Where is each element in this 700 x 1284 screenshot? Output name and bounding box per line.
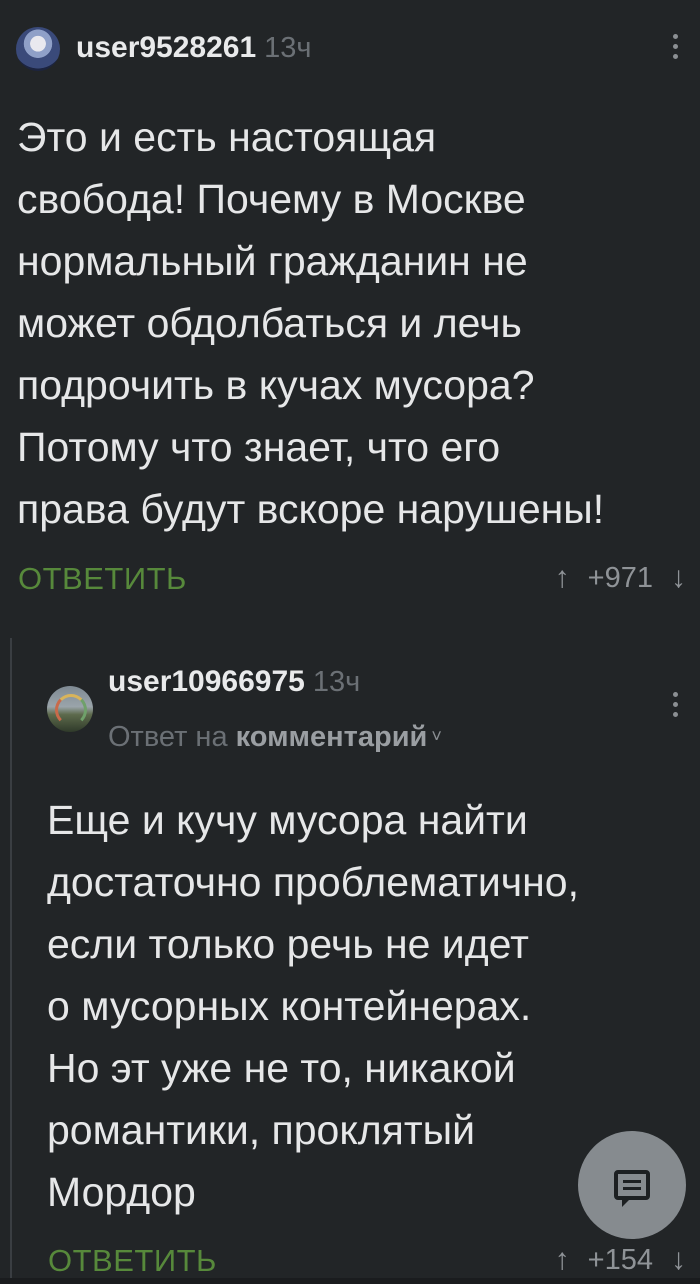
chevron-down-icon[interactable]: ˅: [431, 726, 442, 746]
reply-comment: user10966975 13ч Ответ на комментарий ˅ Ещ…: [0, 0, 700, 1284]
username-text[interactable]: user10966975: [108, 665, 305, 698]
comment-line: о мусорных контейнерах.: [47, 983, 532, 1029]
upvote-icon[interactable]: ↑: [555, 1243, 570, 1277]
comment-line: Но эт уже не то, никакой: [47, 1045, 516, 1091]
rating-count: +154: [587, 1243, 653, 1276]
downvote-icon[interactable]: ↓: [671, 1243, 686, 1277]
comment-line: достаточно проблематично,: [47, 859, 579, 905]
avatar[interactable]: [47, 686, 93, 732]
new-comment-button[interactable]: [578, 1131, 686, 1239]
reply-button[interactable]: ОТВЕТИТЬ: [48, 1243, 217, 1279]
comment-bubble-icon: [614, 1170, 650, 1207]
reply-to-prefix: Ответ на: [108, 721, 228, 753]
vote-controls: ↑ +154 ↓: [555, 1243, 686, 1277]
comment-line: Еще и кучу мусора найти: [47, 797, 528, 843]
reply-to-target[interactable]: комментарий: [236, 721, 428, 753]
bottom-edge: [0, 1278, 700, 1284]
comment-time: 13ч: [312, 666, 361, 698]
comment-line: если только речь не идет: [47, 921, 529, 967]
reply-to-link[interactable]: Ответ на комментарий ˅: [108, 721, 442, 754]
more-options-icon[interactable]: [670, 692, 680, 717]
comment-author[interactable]: user10966975 13ч: [108, 665, 360, 699]
